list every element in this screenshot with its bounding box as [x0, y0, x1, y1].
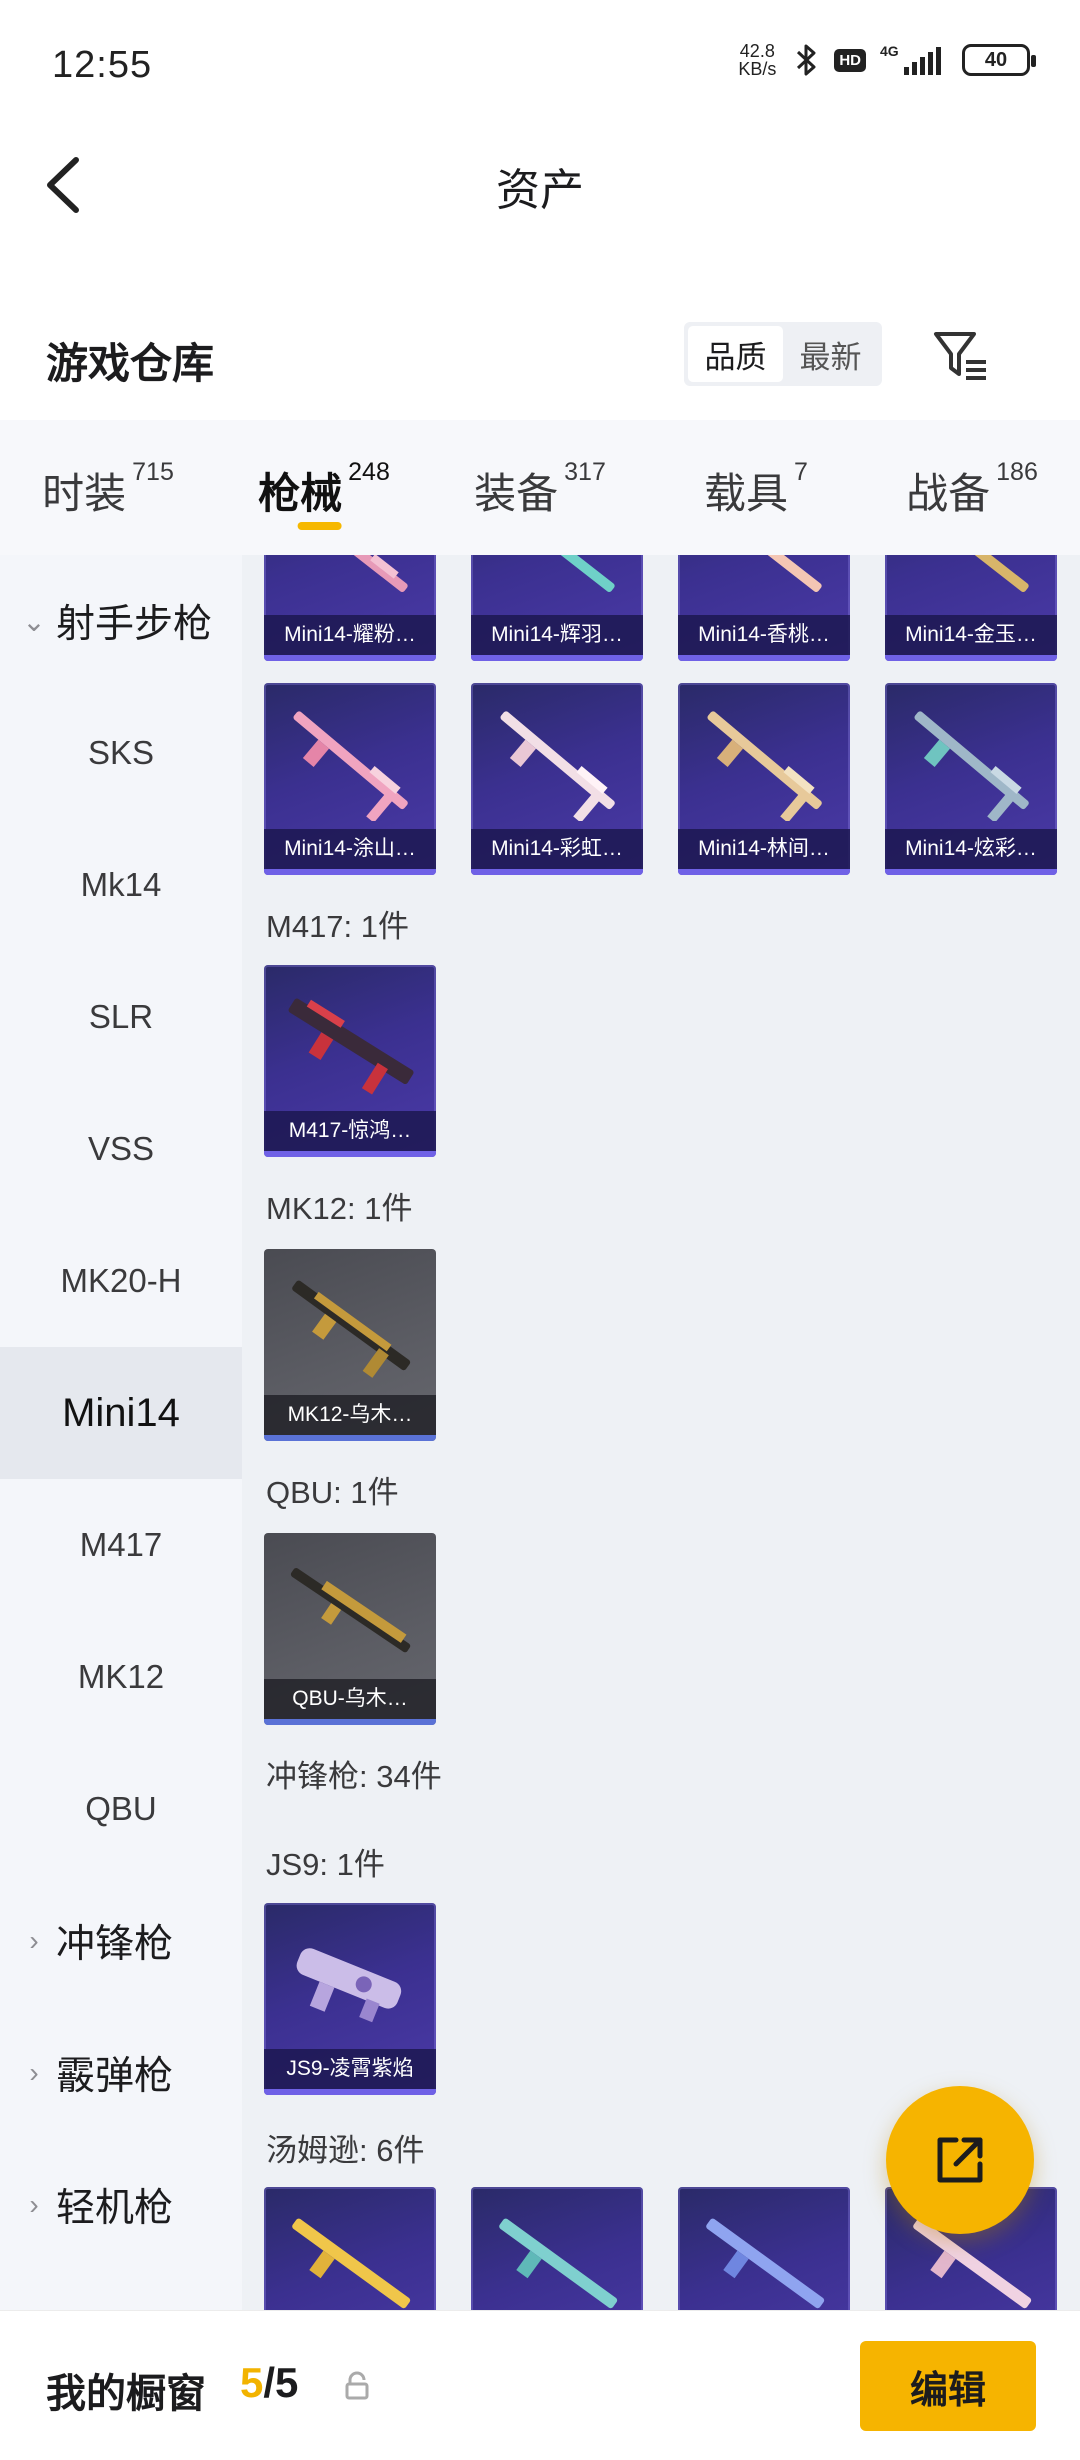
tab-fashion[interactable]: 时装 715	[0, 420, 216, 555]
sidebar-item-sks[interactable]: SKS	[0, 687, 242, 819]
smg-icon	[296, 1948, 402, 2023]
svg-text:4G: 4G	[880, 43, 899, 59]
active-tab-indicator	[297, 522, 342, 530]
share-button[interactable]	[886, 2086, 1034, 2234]
item-tile[interactable]	[471, 2187, 643, 2310]
status-time: 12:55	[52, 44, 153, 86]
item-tile[interactable]: JS9-凌霄紫焰	[264, 1903, 436, 2095]
rifle-icon	[500, 711, 615, 821]
category-tabs: 时装 715 枪械 248 装备 317 载具 7 战备 186	[0, 420, 1080, 555]
showcase-bar: 我的橱窗 5/5 编辑	[0, 2310, 1080, 2460]
item-tile[interactable]: MK12-乌木…	[264, 1249, 436, 1441]
item-tile[interactable]: Mini14-金玉…	[885, 555, 1057, 661]
tab-firearms[interactable]: 枪械 248	[216, 420, 432, 555]
lock-icon	[345, 2371, 369, 2400]
chevron-right-icon: ›	[29, 2189, 39, 2220]
section-title-qbu: QBU: 1件	[266, 1475, 399, 1510]
smg-icon	[706, 2218, 825, 2309]
filter-button[interactable]	[930, 324, 994, 388]
page-title: 资产	[496, 166, 584, 215]
sidebar-item-mk12[interactable]: MK12	[0, 1611, 242, 1743]
item-tile[interactable]: Mini14-林间…	[678, 683, 850, 875]
rifle-icon	[288, 998, 414, 1095]
item-tile[interactable]	[264, 2187, 436, 2310]
sidebar-item-m417[interactable]: M417	[0, 1479, 242, 1611]
battery-icon: 40	[962, 44, 1036, 76]
rifle-icon	[707, 555, 822, 593]
rifle-icon	[914, 555, 1029, 593]
rifle-icon	[500, 555, 615, 593]
item-tile[interactable]	[678, 2187, 850, 2310]
section-title-m417: M417: 1件	[266, 909, 410, 944]
showcase-count: 5/5	[240, 2359, 299, 2406]
sidebar-group-shotgun[interactable]: › 霰弹枪	[0, 2007, 242, 2139]
status-icons: 42.8 KB/s HD 4G 40	[734, 41, 1036, 79]
share-icon	[937, 2137, 983, 2183]
section-title-js9: JS9: 1件	[266, 1847, 385, 1882]
status-bar: 12:55 42.8 KB/s HD 4G 40	[0, 0, 1080, 140]
sort-by-quality[interactable]: 品质	[688, 326, 783, 382]
item-tile[interactable]: QBU-乌木…	[264, 1533, 436, 1725]
warehouse-row: 游戏仓库 品质 最新	[0, 310, 1080, 406]
sidebar-group-dmr[interactable]: ⌄ 射手步枪	[0, 555, 242, 687]
rifle-icon	[290, 1568, 411, 1653]
sidebar-group-lmg[interactable]: › 轻机枪	[0, 2139, 242, 2271]
chevron-right-icon: ›	[29, 1925, 39, 1956]
section-title-thompson: 汤姆逊: 6件	[266, 2133, 425, 2168]
network-speed: 42.8 KB/s	[738, 41, 777, 79]
edit-button[interactable]: 编辑	[860, 2341, 1036, 2431]
section-title-smg: 冲锋枪: 34件	[266, 1759, 442, 1794]
weapon-sidebar: ⌄ 射手步枪 SKS Mk14 SLR VSS MK20-H Mini14 M4…	[0, 555, 242, 2310]
hd-badge: HD	[834, 48, 866, 72]
item-grid: Mini14-耀粉… Mini14-辉羽… Mini14-香桃… Mini14-…	[242, 555, 1080, 2310]
smg-icon	[499, 2218, 618, 2309]
item-tile[interactable]: Mini14-涂山…	[264, 683, 436, 875]
warehouse-title: 游戏仓库	[46, 340, 215, 387]
tab-vehicles[interactable]: 载具 7	[648, 420, 864, 555]
item-tile[interactable]: Mini14-耀粉…	[264, 555, 436, 661]
chevron-right-icon: ›	[29, 2057, 39, 2088]
rifle-icon	[293, 711, 408, 821]
sidebar-item-mini14[interactable]: Mini14	[0, 1347, 242, 1479]
section-title-mk12: MK12: 1件	[266, 1191, 413, 1226]
sidebar-item-vss[interactable]: VSS	[0, 1083, 242, 1215]
sidebar-item-slr[interactable]: SLR	[0, 951, 242, 1083]
rifle-icon	[292, 1280, 411, 1378]
item-tile[interactable]: Mini14-彩虹…	[471, 683, 643, 875]
sidebar-item-qbu[interactable]: QBU	[0, 1743, 242, 1875]
sidebar-group-smg[interactable]: › 冲锋枪	[0, 1875, 242, 2007]
filter-icon	[934, 332, 986, 380]
item-tile[interactable]: Mini14-香桃…	[678, 555, 850, 661]
item-tile[interactable]: M417-惊鸿…	[264, 965, 436, 1157]
tab-supplies[interactable]: 战备 186	[864, 420, 1080, 555]
rifle-icon	[914, 711, 1029, 821]
sort-by-newest[interactable]: 最新	[783, 326, 878, 382]
item-tile[interactable]: Mini14-辉羽…	[471, 555, 643, 661]
tab-equipment[interactable]: 装备 317	[432, 420, 648, 555]
sidebar-item-mk14[interactable]: Mk14	[0, 819, 242, 951]
sort-toggle: 品质 最新	[684, 322, 882, 386]
signal-icon: 4G	[880, 43, 948, 77]
rifle-icon	[293, 555, 408, 593]
bluetooth-icon	[794, 43, 820, 77]
chevron-down-icon: ⌄	[22, 605, 46, 637]
smg-icon	[292, 2218, 411, 2309]
item-tile[interactable]: Mini14-炫彩…	[885, 683, 1057, 875]
sidebar-item-mk20h[interactable]: MK20-H	[0, 1215, 242, 1347]
rifle-icon	[707, 711, 822, 821]
page-header: 资产	[0, 140, 1080, 260]
showcase-title: 我的橱窗	[46, 2372, 206, 2416]
